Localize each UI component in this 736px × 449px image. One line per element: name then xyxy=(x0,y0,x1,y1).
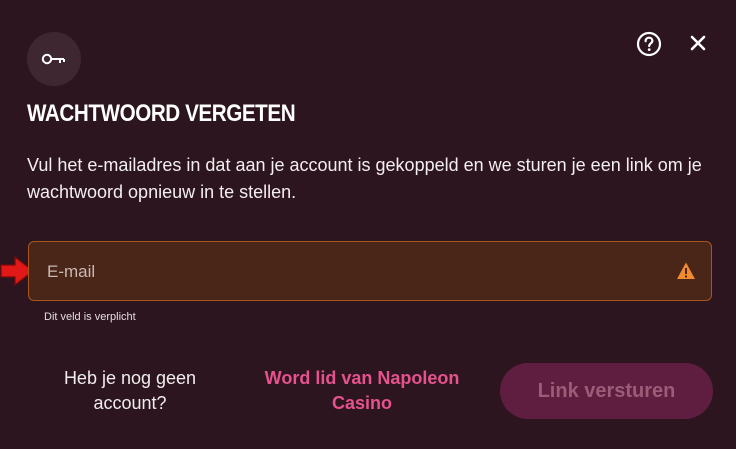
close-icon xyxy=(690,35,706,51)
help-button[interactable] xyxy=(636,31,662,57)
modal-title: WACHTWOORD VERGETEN xyxy=(27,100,296,127)
close-button[interactable] xyxy=(686,31,710,55)
modal-description: Vul het e-mailadres in dat aan je accoun… xyxy=(27,155,702,202)
email-input[interactable] xyxy=(45,242,649,302)
join-link[interactable]: Word lid van Napoleon Casino xyxy=(248,366,476,416)
send-link-button[interactable]: Link versturen xyxy=(500,363,713,419)
key-badge xyxy=(27,32,81,86)
email-field xyxy=(28,241,712,302)
no-account-text: Heb je nog geen account? xyxy=(63,368,197,413)
key-icon xyxy=(41,53,65,65)
email-error-message: Dit veld is verplicht xyxy=(44,311,136,323)
warning-icon xyxy=(677,262,695,279)
forgot-password-modal: WACHTWOORD VERGETEN Vul het e-mailadres … xyxy=(0,0,736,449)
help-icon xyxy=(636,31,662,57)
